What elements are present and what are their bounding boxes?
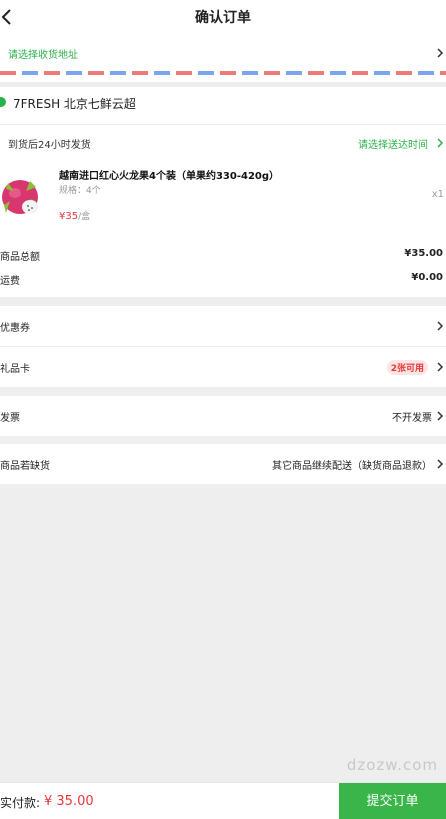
- product-spec: 规格：4个: [59, 186, 101, 196]
- invoice-row[interactable]: 发票 不开发票: [0, 396, 446, 436]
- giftcard-label: 礼品卡: [0, 364, 30, 375]
- submit-order-button[interactable]: 提交订单: [339, 783, 446, 819]
- stockout-row[interactable]: 商品若缺货 其它商品继续配送（缺货商品退款）: [0, 444, 446, 484]
- giftcard-available-badge: 2张可用: [386, 360, 428, 375]
- bottom-bar: 实付款: ¥ 35.00 提交订单: [0, 782, 446, 819]
- total-label: 商品总额: [0, 252, 40, 263]
- divider: [0, 124, 446, 125]
- pay-label: 实付款:: [0, 796, 41, 810]
- delivery-time-selector[interactable]: 请选择送达时间: [358, 136, 428, 151]
- top-bar: 确认订单: [0, 0, 446, 34]
- product-name[interactable]: 越南进口红心火龙果4个装（单果约330-420g）: [59, 167, 279, 182]
- watermark: dzozw.com: [346, 756, 438, 774]
- invoice-label: 发票: [0, 413, 20, 424]
- freight-label: 运费: [0, 276, 20, 287]
- address-selector[interactable]: 请选择收货地址: [0, 34, 446, 82]
- product-quantity: x1: [431, 189, 444, 200]
- address-prompt: 请选择收货地址: [8, 50, 78, 61]
- price-unit: /盒: [78, 212, 91, 222]
- product-price: ¥35/盒: [59, 209, 90, 222]
- chevron-right-icon: [437, 48, 444, 58]
- chevron-right-icon: [437, 459, 444, 469]
- coupon-row[interactable]: 优惠券: [0, 306, 446, 346]
- stockout-label: 商品若缺货: [0, 461, 50, 472]
- chevron-right-icon: [437, 321, 444, 331]
- price-value: ¥35: [59, 211, 79, 222]
- invoice-value: 不开发票: [392, 413, 432, 424]
- shipping-label: 到货后24小时发货: [8, 140, 91, 151]
- page-title: 确认订单: [195, 10, 251, 26]
- product-image: [2, 180, 38, 214]
- giftcard-row[interactable]: 礼品卡 2张可用: [0, 347, 446, 387]
- pay-amount: ¥ 35.00: [44, 794, 94, 809]
- address-envelope-stripe: [0, 71, 446, 75]
- freight-value: ¥0.00: [411, 272, 443, 283]
- store-icon: [0, 97, 6, 107]
- chevron-right-icon: [437, 362, 444, 372]
- order-card: 7FRESH 北京七鲜云超 到货后24小时发货 请选择送达时间 越南进口红心火龙…: [0, 87, 446, 297]
- store-name: 7FRESH 北京七鲜云超: [13, 97, 136, 111]
- chevron-right-icon: [437, 138, 444, 148]
- total-value: ¥35.00: [404, 248, 443, 259]
- coupon-label: 优惠券: [0, 323, 30, 334]
- stockout-value: 其它商品继续配送（缺货商品退款）: [272, 461, 432, 472]
- chevron-right-icon: [437, 411, 444, 421]
